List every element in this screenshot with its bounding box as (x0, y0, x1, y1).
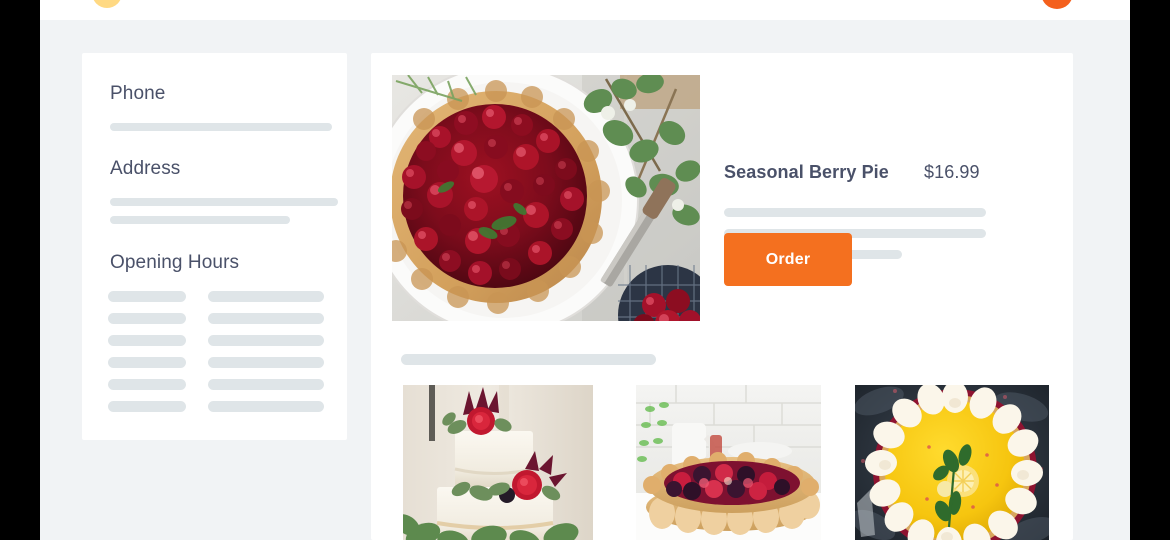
browser-header-strip (40, 0, 1130, 20)
gallery-thumbnail-2[interactable] (855, 385, 1049, 540)
yellow-dot-icon (92, 0, 122, 8)
contact-info-card: Phone Address Opening Hours (82, 53, 347, 440)
opening-hours-day-skeleton (108, 357, 186, 368)
gallery-heading-skeleton (401, 354, 656, 365)
address-skeleton-line (110, 198, 338, 206)
phone-section-title: Phone (110, 83, 166, 104)
address-section-title: Address (110, 158, 181, 179)
opening-hours-time-skeleton (208, 313, 324, 324)
opening-hours-day-skeleton (108, 291, 186, 302)
page-frame: Phone Address Opening Hours Seasonal Ber… (40, 0, 1130, 540)
opening-hours-day-skeleton (108, 379, 186, 390)
product-price: $16.99 (924, 162, 980, 182)
phone-skeleton-line (110, 123, 332, 131)
opening-hours-time-skeleton (208, 335, 324, 346)
opening-hours-time-skeleton (208, 379, 324, 390)
orange-dot-icon (1041, 0, 1073, 9)
product-description-skeleton-line (724, 208, 986, 217)
product-title: Seasonal Berry Pie (724, 162, 889, 182)
opening-hours-time-skeleton (208, 291, 324, 302)
gallery-thumbnail-0[interactable] (403, 385, 593, 540)
opening-hours-section-title: Opening Hours (110, 252, 240, 273)
opening-hours-day-skeleton (108, 401, 186, 412)
address-skeleton-line (110, 216, 290, 224)
opening-hours-day-skeleton (108, 335, 186, 346)
order-button[interactable]: Order (724, 233, 852, 286)
gallery-thumbnail-1[interactable] (636, 385, 821, 540)
product-detail-card: Seasonal Berry Pie $16.99 Order (371, 53, 1073, 540)
opening-hours-time-skeleton (208, 357, 324, 368)
opening-hours-day-skeleton (108, 313, 186, 324)
opening-hours-time-skeleton (208, 401, 324, 412)
product-hero-image (392, 75, 700, 321)
